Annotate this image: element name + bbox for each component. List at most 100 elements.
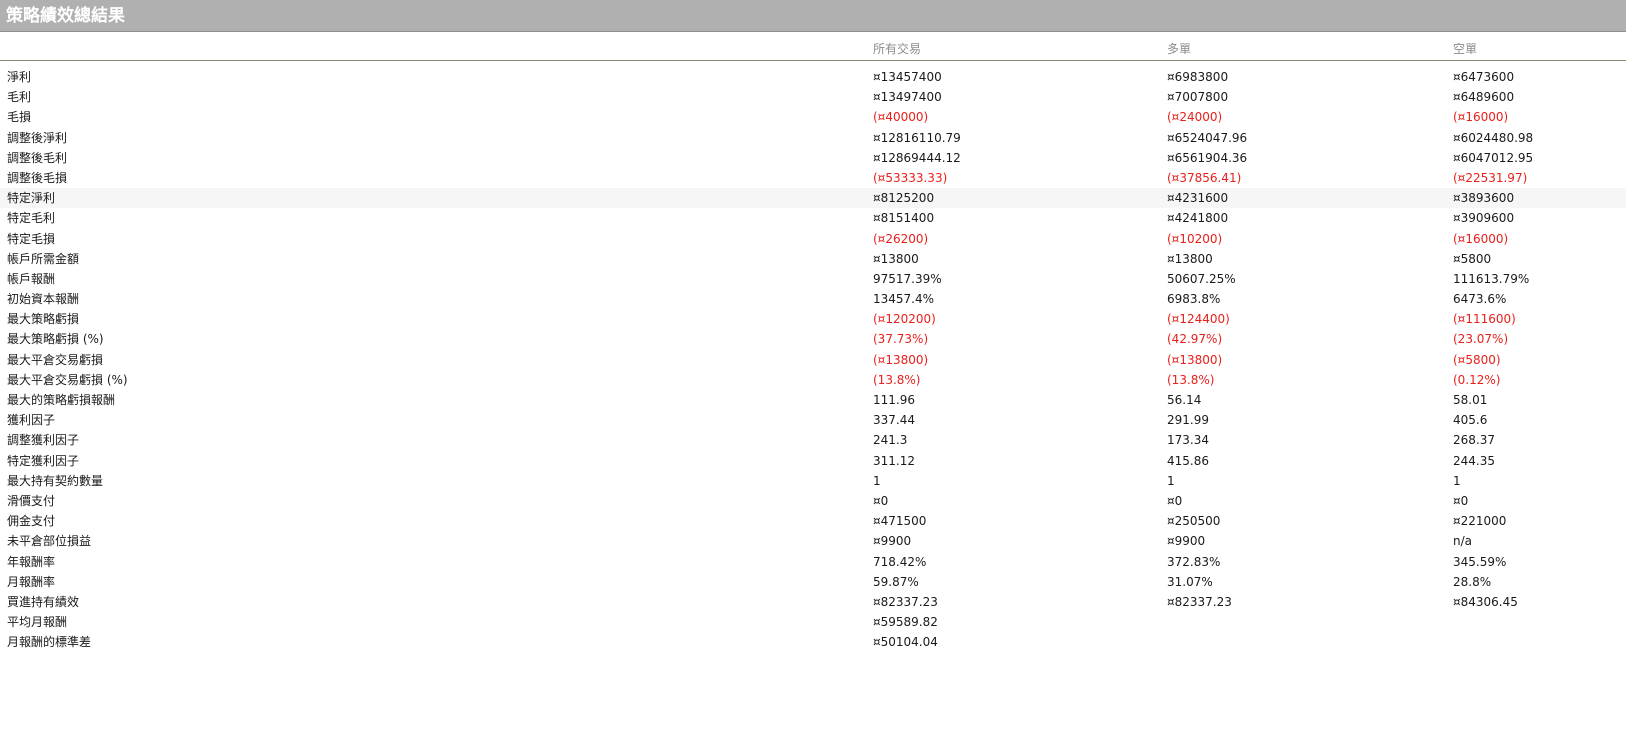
metric-label: 年報酬率 (7, 554, 56, 569)
value-long: (¤37856.41) (1167, 170, 1242, 185)
value-long: 6983.8% (1167, 292, 1221, 307)
table-row[interactable]: 獲利因子 337.44 291.99 405.6 (0, 410, 1626, 430)
value-all-trades: (13.8%) (873, 372, 921, 387)
table-row[interactable]: 年報酬率 718.42% 372.83% 345.59% (0, 552, 1626, 572)
value-short: (¤16000) (1453, 110, 1509, 125)
value-short: ¤0 (1453, 493, 1469, 508)
value-all-trades: ¤8151400 (873, 211, 935, 226)
value-long: ¤250500 (1167, 514, 1221, 529)
metric-label: 調整獲利因子 (7, 433, 80, 448)
value-long: ¤6524047.96 (1167, 130, 1248, 145)
table-row[interactable]: 帳戶報酬 97517.39% 50607.25% 111613.79% (0, 269, 1626, 289)
value-all-trades: ¤82337.23 (873, 594, 938, 609)
value-long: 173.34 (1167, 433, 1209, 448)
value-short: (¤16000) (1453, 231, 1509, 246)
value-long: ¤6561904.36 (1167, 150, 1248, 165)
table-row[interactable]: 調整後毛利 ¤12869444.12 ¤6561904.36 ¤6047012.95 (0, 148, 1626, 168)
value-long: 50607.25% (1167, 271, 1236, 286)
metric-label: 特定毛利 (7, 211, 56, 226)
table-row[interactable]: 特定毛損 (¤26200) (¤10200) (¤16000) (0, 229, 1626, 249)
value-short: 405.6 (1453, 413, 1488, 428)
value-short: 268.37 (1453, 433, 1495, 448)
metric-label: 月報酬率 (7, 574, 56, 589)
table-row[interactable]: 未平倉部位損益 ¤9900 ¤9900 n/a (0, 531, 1626, 551)
value-long: (¤10200) (1167, 231, 1223, 246)
value-all-trades: 241.3 (873, 433, 908, 448)
column-header-short[interactable]: 空單 (1453, 40, 1477, 57)
table-row[interactable]: 毛損 (¤40000) (¤24000) (¤16000) (0, 107, 1626, 127)
metric-label: 毛利 (7, 90, 32, 105)
table-row[interactable]: 最大策略虧損 (¤120200) (¤124400) (¤111600) (0, 309, 1626, 329)
table-row[interactable]: 最大策略虧損 (%) (37.73%) (42.97%) (23.07%) (0, 329, 1626, 349)
value-short: ¤6473600 (1453, 70, 1515, 84)
value-all-trades: 59.87% (873, 574, 919, 589)
table-header: 所有交易 多單 空單 (0, 36, 1626, 61)
value-short: ¤5800 (1453, 251, 1492, 266)
value-all-trades: 1 (873, 473, 881, 488)
metric-label: 滑價支付 (7, 493, 56, 508)
table-row[interactable]: 淨利 ¤13457400 ¤6983800 ¤6473600 (0, 67, 1626, 87)
table-row[interactable]: 帳戶所需金額 ¤13800 ¤13800 ¤5800 (0, 249, 1626, 269)
value-short: (¤5800) (1453, 352, 1501, 367)
metric-label: 佣金支付 (7, 514, 56, 529)
value-all-trades: ¤12816110.79 (873, 130, 961, 145)
table-row[interactable]: 調整獲利因子 241.3 173.34 268.37 (0, 430, 1626, 450)
value-short: 58.01 (1453, 393, 1488, 407)
value-all-trades: ¤8125200 (873, 191, 935, 206)
value-long: ¤0 (1167, 493, 1183, 508)
metric-label: 調整後毛損 (7, 170, 68, 185)
table-row[interactable]: 滑價支付 ¤0 ¤0 ¤0 (0, 491, 1626, 511)
value-long: ¤7007800 (1167, 90, 1229, 105)
value-short: (23.07%) (1453, 332, 1509, 347)
table-row[interactable]: 最大持有契約數量 1 1 1 (0, 471, 1626, 491)
value-long: ¤4241800 (1167, 211, 1229, 226)
value-short: ¤221000 (1453, 514, 1507, 529)
table-row[interactable]: 初始資本報酬 13457.4% 6983.8% 6473.6% (0, 289, 1626, 309)
value-all-trades: (¤53333.33) (873, 170, 948, 185)
metric-label: 調整後淨利 (7, 130, 68, 145)
value-short: n/a (1453, 534, 1473, 549)
value-all-trades: 311.12 (873, 453, 915, 468)
table-row[interactable]: 調整後淨利 ¤12816110.79 ¤6524047.96 ¤6024480.98 (0, 128, 1626, 148)
value-short: 111613.79% (1453, 271, 1530, 286)
table-row[interactable]: 特定淨利 ¤8125200 ¤4231600 ¤3893600 (0, 188, 1626, 209)
table-row[interactable]: 毛利 ¤13497400 ¤7007800 ¤6489600 (0, 87, 1626, 107)
value-short: ¤3909600 (1453, 211, 1515, 226)
table-row[interactable]: 佣金支付 ¤471500 ¤250500 ¤221000 (0, 511, 1626, 531)
table-row[interactable]: 月報酬的標準差 ¤50104.04 (0, 632, 1626, 652)
table-row[interactable]: 月報酬率 59.87% 31.07% 28.8% (0, 572, 1626, 592)
value-all-trades: ¤9900 (873, 534, 912, 549)
metric-label: 買進持有績效 (7, 594, 80, 609)
value-all-trades: ¤50104.04 (873, 635, 938, 650)
table-row[interactable]: 調整後毛損 (¤53333.33) (¤37856.41) (¤22531.97) (0, 168, 1626, 188)
table-row[interactable]: 最大的策略虧損報酬 111.96 56.14 58.01 (0, 390, 1626, 410)
metric-label: 最大持有契約數量 (7, 473, 104, 488)
value-all-trades: 13457.4% (873, 292, 935, 307)
value-short: 1 (1453, 473, 1461, 488)
table-row[interactable]: 平均月報酬 ¤59589.82 (0, 612, 1626, 632)
metric-label: 最大的策略虧損報酬 (7, 393, 116, 407)
column-header-long[interactable]: 多單 (1167, 40, 1191, 57)
value-all-trades: (¤26200) (873, 231, 929, 246)
value-long: 1 (1167, 473, 1175, 488)
table-row[interactable]: 最大平倉交易虧損 (¤13800) (¤13800) (¤5800) (0, 350, 1626, 370)
value-long: (¤13800) (1167, 352, 1223, 367)
value-all-trades: (¤40000) (873, 110, 929, 125)
value-long: (¤24000) (1167, 110, 1223, 125)
metric-label: 毛損 (7, 110, 32, 125)
metric-label: 最大策略虧損 (7, 312, 80, 327)
table-row[interactable]: 特定毛利 ¤8151400 ¤4241800 ¤3909600 (0, 208, 1626, 228)
table-row[interactable]: 買進持有績效 ¤82337.23 ¤82337.23 ¤84306.45 (0, 592, 1626, 612)
metric-label: 特定獲利因子 (7, 453, 80, 468)
table-row[interactable]: 最大平倉交易虧損 (%) (13.8%) (13.8%) (0.12%) (0, 370, 1626, 390)
table-row[interactable]: 特定獲利因子 311.12 415.86 244.35 (0, 451, 1626, 471)
value-short: (0.12%) (1453, 372, 1501, 387)
column-header-all-trades[interactable]: 所有交易 (873, 40, 921, 57)
value-long: 31.07% (1167, 574, 1213, 589)
value-long: 291.99 (1167, 413, 1209, 428)
value-all-trades: 337.44 (873, 413, 915, 428)
value-all-trades: ¤59589.82 (873, 615, 938, 630)
value-short: 244.35 (1453, 453, 1495, 468)
metric-label: 初始資本報酬 (7, 292, 80, 307)
value-short: 6473.6% (1453, 292, 1507, 307)
